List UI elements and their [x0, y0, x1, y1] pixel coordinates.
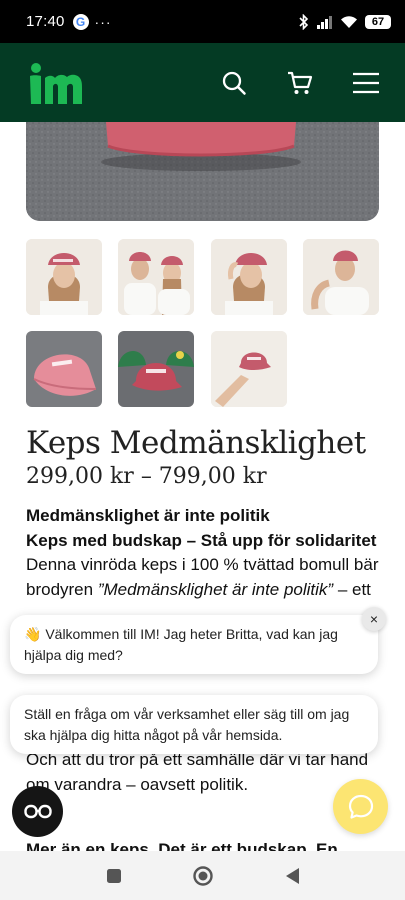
description-paragraph-1: Denna vinröda keps i 100 % tvättad bomul… — [26, 555, 379, 599]
thumbnail-couple-caps[interactable] — [118, 239, 194, 315]
recents-icon[interactable] — [106, 868, 122, 884]
chat-prompt-bubble[interactable]: Ställ en fråga om vår verksamhet eller s… — [10, 695, 378, 754]
header-actions — [221, 70, 379, 96]
accessibility-button[interactable] — [12, 786, 63, 837]
chat-close-button[interactable]: × — [362, 607, 386, 631]
product-main-image[interactable] — [26, 122, 379, 221]
product-title: Keps Medmänsklighet — [26, 425, 366, 461]
chat-open-button[interactable] — [333, 779, 388, 834]
back-icon[interactable] — [284, 867, 300, 885]
product-price: 299,00 kr – 799,00 kr — [26, 464, 267, 489]
thumbnail-woman-cap-2[interactable] — [211, 239, 287, 315]
thumbnail-three-caps[interactable] — [118, 331, 194, 407]
description-heading-2: Keps med budskap – Stå upp för solidarit… — [26, 530, 377, 550]
description-quote: ”Medmänsklighet är inte politik” — [97, 579, 334, 599]
status-icons: 67 — [298, 13, 391, 30]
wifi-icon — [341, 15, 357, 28]
thumbnail-pink-cap[interactable] — [26, 331, 102, 407]
chat-prompt-text: Ställ en fråga om vår verksamhet eller s… — [24, 706, 350, 743]
chat-greeting-text: 👋 Välkommen till IM! Jag heter Britta, v… — [24, 626, 338, 663]
battery-icon: 67 — [365, 14, 391, 29]
status-time: 17:40 — [26, 13, 65, 30]
cart-icon[interactable] — [287, 70, 313, 96]
im-logo[interactable] — [26, 60, 92, 106]
google-icon: G — [72, 13, 89, 30]
thumbnail-hand-cap[interactable] — [211, 331, 287, 407]
glasses-icon — [23, 804, 52, 818]
android-nav-bar — [0, 851, 405, 900]
more-notifications-icon: ··· — [94, 13, 112, 30]
thumbnail-man-cap[interactable] — [303, 239, 379, 315]
description-paragraph-2: Och att du tror på ett samhälle där vi t… — [26, 750, 369, 794]
chat-greeting-bubble[interactable]: 👋 Välkommen till IM! Jag heter Britta, v… — [10, 615, 378, 674]
signal-icon — [317, 15, 332, 29]
site-header — [0, 43, 405, 122]
description-heading-1: Medmänsklighet är inte politik — [26, 506, 270, 525]
thumbnail-woman-cap-1[interactable] — [26, 239, 102, 315]
bluetooth-icon — [299, 13, 309, 30]
status-bar: 17:40 G ··· 67 — [0, 0, 405, 43]
home-icon[interactable] — [192, 865, 214, 887]
menu-icon[interactable] — [353, 70, 379, 96]
chat-bubble-icon — [348, 794, 373, 819]
description-paragraph-3: Mer än en keps. Det är ett budskap. En — [26, 840, 338, 851]
search-icon[interactable] — [221, 70, 247, 96]
